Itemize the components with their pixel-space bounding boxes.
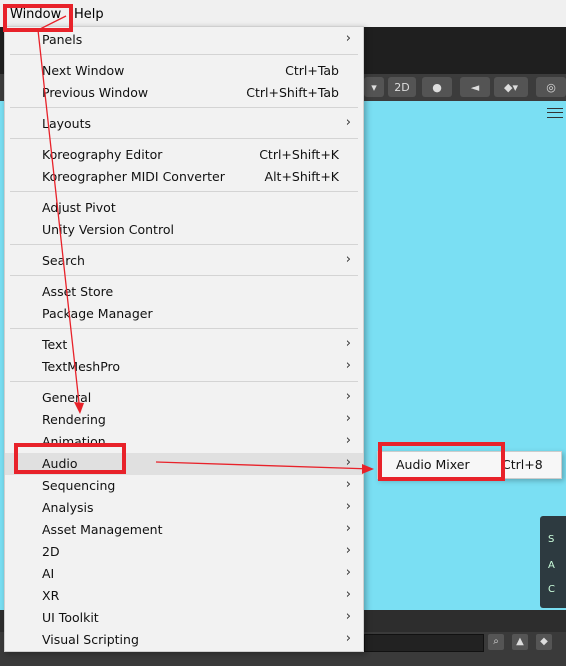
arrowhead-icon bbox=[362, 464, 374, 474]
annotation-arrow-line bbox=[37, 15, 81, 413]
arrowhead-icon bbox=[74, 402, 84, 414]
annotation-arrows bbox=[37, 15, 374, 474]
annotation-arrow-line bbox=[155, 461, 373, 470]
